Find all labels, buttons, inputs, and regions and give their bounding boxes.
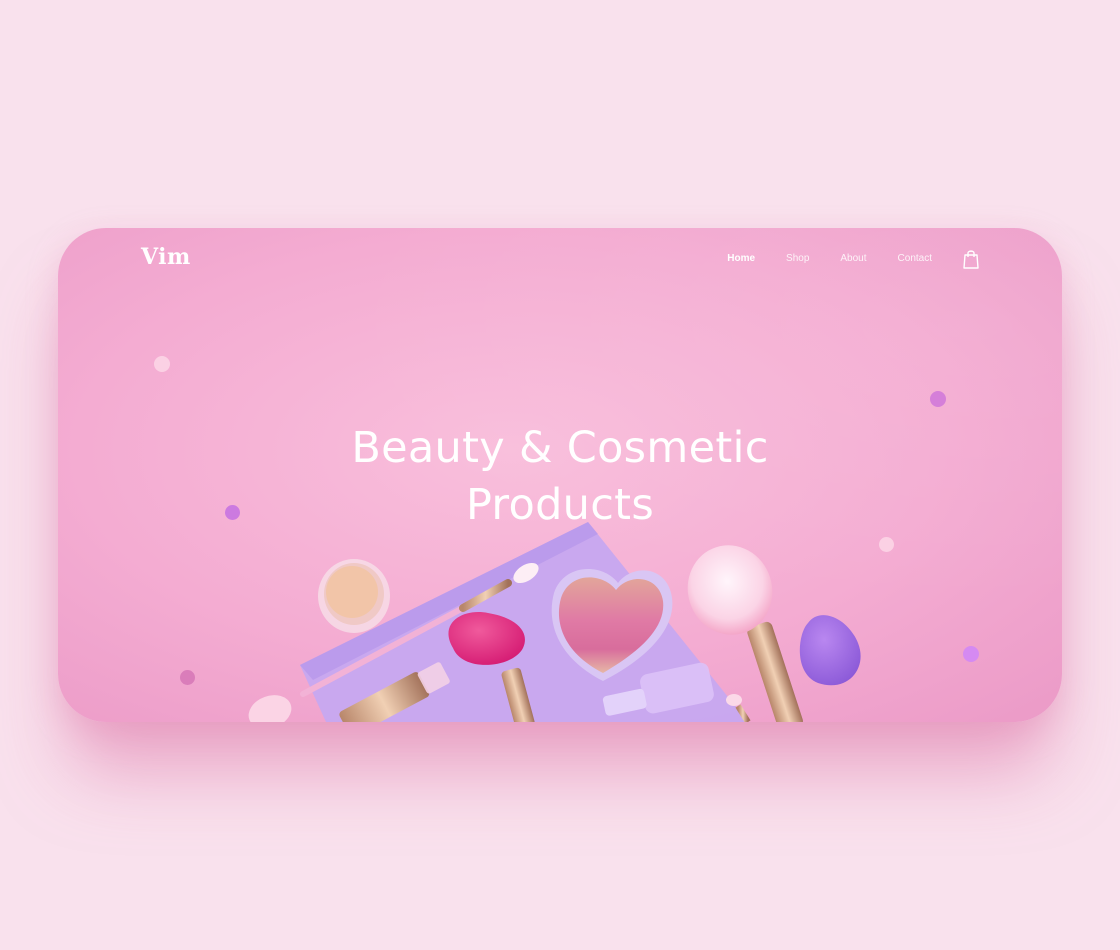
- shopping-bag-icon[interactable]: [962, 249, 980, 269]
- hero-title-line-1: Beauty & Cosmetic: [351, 423, 769, 473]
- main-nav: Home Shop About Contact: [696, 253, 932, 264]
- nav-shop[interactable]: Shop: [786, 253, 809, 264]
- decor-dot-4: [930, 391, 946, 407]
- decor-dot-3: [180, 670, 195, 685]
- decor-dot-5: [879, 537, 894, 552]
- hero-banner: Vim Home Shop About Contact Beauty & Cos…: [58, 228, 1062, 722]
- decor-dot-1: [154, 356, 170, 372]
- hero-title-line-2: Products: [465, 480, 655, 530]
- nav-home[interactable]: Home: [727, 253, 755, 264]
- brand-logo[interactable]: Vim: [141, 244, 191, 270]
- decor-dot-6: [963, 646, 979, 662]
- nav-contact[interactable]: Contact: [898, 253, 932, 264]
- nav-about[interactable]: About: [840, 253, 866, 264]
- hero-title: Beauty & Cosmetic Products: [58, 420, 1062, 534]
